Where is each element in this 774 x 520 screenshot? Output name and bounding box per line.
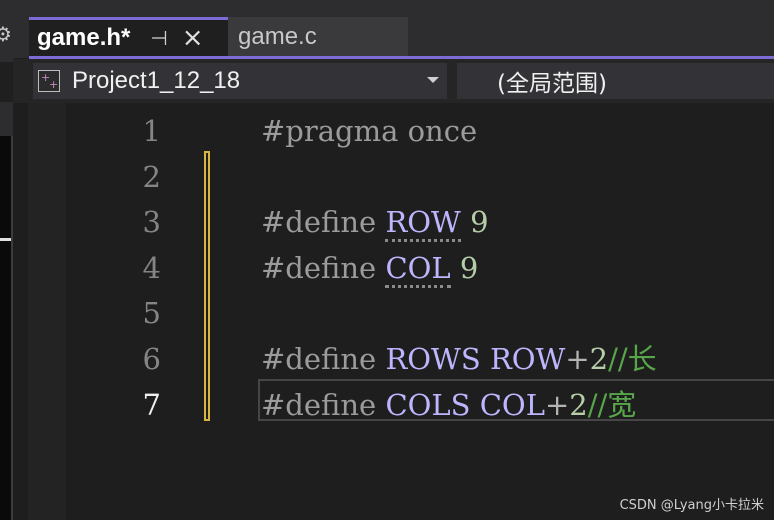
code-line[interactable]: #define ROWS ROW+2//长 xyxy=(261,337,657,383)
code-line[interactable]: #define COL 9 xyxy=(261,246,657,292)
code-token: #pragma once xyxy=(261,114,478,148)
left-tool-strip: ⚙ xyxy=(0,0,13,520)
line-number: 7 xyxy=(142,387,161,422)
code-editor[interactable]: 1234567 #pragma once #define ROW 9 #defin… xyxy=(13,103,774,520)
document-tab-bar: game.h* ⊣ × game.c xyxy=(13,0,774,59)
code-line[interactable]: #pragma once xyxy=(261,109,657,155)
code-token: ROW xyxy=(385,205,461,243)
line-number: 5 xyxy=(142,296,161,331)
code-token: + xyxy=(544,387,570,422)
code-token: COL xyxy=(385,250,451,288)
line-number-gutter: 1 2 3 4 5 6 7 xyxy=(73,109,161,428)
scope-label: (全局范围) xyxy=(497,71,607,97)
code-line[interactable] xyxy=(261,155,657,201)
code-line[interactable]: #define COLS COL+2//宽 xyxy=(261,383,657,429)
scope-dropdown[interactable]: (全局范围) xyxy=(457,63,774,99)
left-side-panel xyxy=(0,136,13,520)
chevron-down-icon[interactable] xyxy=(427,77,439,83)
line-number: 3 xyxy=(142,205,161,240)
code-token: 2 xyxy=(589,341,609,376)
code-token: #define xyxy=(261,205,386,240)
code-token: 2 xyxy=(569,387,588,422)
code-token: ROWS ROW xyxy=(385,341,566,376)
gear-icon[interactable]: ⚙ xyxy=(0,24,12,44)
watermark: CSDN @Lyang小卡拉米 xyxy=(619,498,764,513)
code-line[interactable] xyxy=(261,291,657,337)
code-token: 9 xyxy=(450,250,479,285)
tab-game-h[interactable]: game.h* ⊣ × xyxy=(29,17,229,56)
project-icon: + + xyxy=(38,70,60,92)
close-icon[interactable]: × xyxy=(182,25,204,51)
line-number: 1 xyxy=(142,114,161,148)
line-number: 2 xyxy=(142,159,161,194)
pin-icon[interactable]: ⊣ xyxy=(150,26,167,50)
code-text[interactable]: #pragma once #define ROW 9 #define COL 9 … xyxy=(261,109,657,428)
code-token: #define xyxy=(261,341,386,376)
editor-margin xyxy=(28,103,66,520)
code-token: 9 xyxy=(460,205,489,240)
code-token: //长 xyxy=(608,341,657,376)
code-token: #define xyxy=(261,250,386,285)
change-tracking-bar xyxy=(204,151,210,421)
code-token: #define xyxy=(261,387,386,422)
navigation-bar: + + Project1_12_18 (全局范围) xyxy=(13,59,774,103)
tab-title: game.h* xyxy=(37,24,131,51)
code-token: + xyxy=(565,341,590,376)
code-token: //宽 xyxy=(587,387,637,422)
tab-game-c[interactable]: game.c xyxy=(228,17,408,56)
line-number: 4 xyxy=(142,250,161,285)
tab-title: game.c xyxy=(238,22,317,50)
project-dropdown[interactable]: + + Project1_12_18 xyxy=(33,63,447,99)
code-token: COLS COL xyxy=(385,387,545,422)
left-strip-header xyxy=(0,62,13,102)
code-line[interactable]: #define ROW 9 xyxy=(261,200,657,246)
line-number: 6 xyxy=(142,341,161,376)
project-name: Project1_12_18 xyxy=(72,67,241,94)
left-strip-marker xyxy=(0,238,11,241)
